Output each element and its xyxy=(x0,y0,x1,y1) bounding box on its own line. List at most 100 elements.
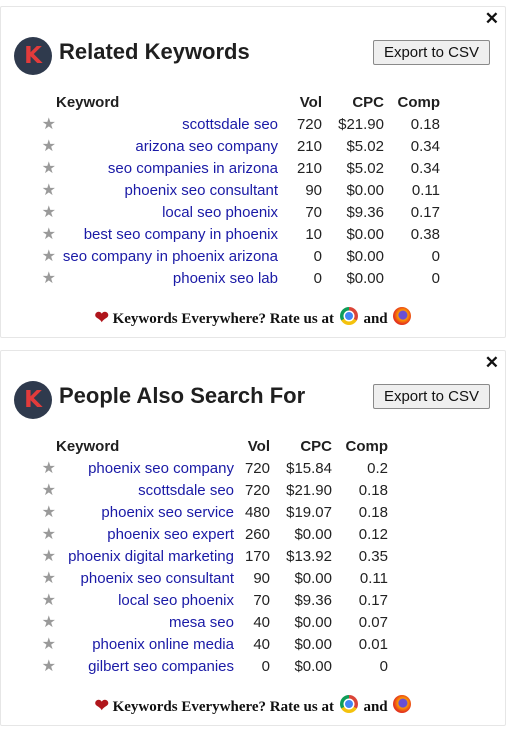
star-icon[interactable]: ★ xyxy=(23,611,56,633)
keyword-link[interactable]: scottsdale seo xyxy=(138,482,234,499)
comp-cell: 0.38 xyxy=(410,225,440,243)
keyword-link[interactable]: best seo company in phoenix xyxy=(84,226,278,243)
keyword-link[interactable]: local seo phoenix xyxy=(118,592,234,609)
rate-text: Keywords Everywhere? Rate us at xyxy=(112,699,334,715)
rate-us-banner: ❤ Keywords Everywhere? Rate us at and xyxy=(1,307,507,328)
star-icon[interactable]: ★ xyxy=(23,479,56,501)
keyword-column-header: Keyword xyxy=(56,437,120,455)
cpc-cell: $19.07 xyxy=(286,503,332,521)
vol-cell: 70 xyxy=(253,591,270,609)
table-row: ★ scottsdale seo 720 $21.90 0.18 xyxy=(23,479,388,501)
rate-text: Keywords Everywhere? Rate us at xyxy=(112,311,334,327)
keyword-column-header: Keyword xyxy=(56,93,120,111)
close-icon[interactable]: ✕ xyxy=(485,10,499,28)
comp-cell: 0 xyxy=(379,657,388,675)
star-icon[interactable]: ★ xyxy=(23,135,56,157)
vol-cell: 720 xyxy=(244,481,270,499)
keyword-link[interactable]: phoenix seo service xyxy=(101,504,234,521)
rate-us-banner: ❤ Keywords Everywhere? Rate us at and xyxy=(1,695,507,716)
keyword-link[interactable]: phoenix seo consultant xyxy=(125,182,278,199)
comp-cell: 0.18 xyxy=(358,503,388,521)
keywords-table: Keyword Vol CPC Comp ★ phoenix seo compan… xyxy=(23,435,388,677)
cpc-cell: $0.00 xyxy=(346,181,384,199)
vol-cell: 0 xyxy=(313,269,322,287)
comp-cell: 0.07 xyxy=(358,613,388,631)
star-icon[interactable]: ★ xyxy=(23,501,56,523)
related-keywords-panel: ✕ K Related Keywords Export to CSV Keywo… xyxy=(0,6,506,338)
keywords-everywhere-logo: K xyxy=(14,381,52,419)
table-row: ★ phoenix seo consultant 90 $0.00 0.11 xyxy=(23,179,440,201)
star-icon[interactable]: ★ xyxy=(23,655,56,677)
close-icon[interactable]: ✕ xyxy=(485,354,499,372)
star-icon[interactable]: ★ xyxy=(23,267,56,289)
cpc-cell: $5.02 xyxy=(346,159,384,177)
keyword-link[interactable]: arizona seo company xyxy=(135,138,278,155)
star-icon[interactable]: ★ xyxy=(23,589,56,611)
keyword-link[interactable]: scottsdale seo xyxy=(182,116,278,133)
star-icon[interactable]: ★ xyxy=(23,223,56,245)
table-row: ★ local seo phoenix 70 $9.36 0.17 xyxy=(23,201,440,223)
chrome-icon[interactable] xyxy=(339,307,358,325)
vol-cell: 170 xyxy=(244,547,270,565)
table-row: ★ seo companies in arizona 210 $5.02 0.34 xyxy=(23,157,440,179)
rate-and-text: and xyxy=(363,699,388,715)
cpc-cell: $0.00 xyxy=(294,569,332,587)
keywords-table: Keyword Vol CPC Comp ★ scottsdale seo 720 $… xyxy=(23,91,440,289)
keywords-table-body: ★ scottsdale seo 720 $21.90 0.18 ★ arizona seo… xyxy=(23,113,440,289)
keyword-link[interactable]: seo companies in arizona xyxy=(108,160,278,177)
star-icon[interactable]: ★ xyxy=(23,523,56,545)
vol-cell: 0 xyxy=(261,657,270,675)
cpc-cell: $9.36 xyxy=(346,203,384,221)
comp-cell: 0.2 xyxy=(367,459,388,477)
comp-cell: 0.12 xyxy=(358,525,388,543)
export-csv-button[interactable]: Export to CSV xyxy=(372,40,490,65)
firefox-icon[interactable] xyxy=(393,307,412,325)
star-icon[interactable]: ★ xyxy=(23,113,56,135)
comp-column-header: Comp xyxy=(345,437,389,455)
table-row: ★ phoenix seo company 720 $15.84 0.2 xyxy=(23,457,388,479)
keyword-link[interactable]: phoenix online media xyxy=(92,636,234,653)
star-icon[interactable]: ★ xyxy=(23,545,56,567)
table-row: ★ mesa seo 40 $0.00 0.07 xyxy=(23,611,388,633)
vol-cell: 40 xyxy=(253,613,270,631)
star-icon[interactable]: ★ xyxy=(23,157,56,179)
star-icon[interactable]: ★ xyxy=(23,457,56,479)
star-icon[interactable]: ★ xyxy=(23,633,56,655)
table-header-row: Keyword Vol CPC Comp xyxy=(23,91,440,113)
comp-cell: 0.35 xyxy=(358,547,388,565)
keyword-link[interactable]: phoenix seo company xyxy=(88,460,234,477)
cpc-column-header: CPC xyxy=(300,437,332,455)
star-icon[interactable]: ★ xyxy=(23,179,56,201)
keyword-link[interactable]: mesa seo xyxy=(169,614,234,631)
keywords-table-body: ★ phoenix seo company 720 $15.84 0.2 ★ scottsd… xyxy=(23,457,388,677)
cpc-cell: $15.84 xyxy=(286,459,332,477)
keyword-link[interactable]: phoenix seo consultant xyxy=(81,570,234,587)
people-also-search-panel: ✕ K People Also Search For Export to CSV… xyxy=(0,350,506,726)
keyword-link[interactable]: phoenix digital marketing xyxy=(68,548,234,565)
keyword-link[interactable]: gilbert seo companies xyxy=(88,658,234,675)
vol-cell: 210 xyxy=(296,159,322,177)
cpc-cell: $21.90 xyxy=(338,115,384,133)
firefox-icon[interactable] xyxy=(393,695,412,713)
vol-cell: 90 xyxy=(253,569,270,587)
vol-cell: 210 xyxy=(296,137,322,155)
vol-column-header: Vol xyxy=(299,93,322,111)
table-row: ★ scottsdale seo 720 $21.90 0.18 xyxy=(23,113,440,135)
cpc-cell: $13.92 xyxy=(286,547,332,565)
keyword-link[interactable]: local seo phoenix xyxy=(162,204,278,221)
table-row: ★ phoenix seo consultant 90 $0.00 0.11 xyxy=(23,567,388,589)
comp-cell: 0.34 xyxy=(410,137,440,155)
star-icon[interactable]: ★ xyxy=(23,567,56,589)
rate-and-text: and xyxy=(363,311,388,327)
vol-cell: 90 xyxy=(305,181,322,199)
table-header-row: Keyword Vol CPC Comp xyxy=(23,435,388,457)
star-icon[interactable]: ★ xyxy=(23,245,56,267)
star-icon[interactable]: ★ xyxy=(23,201,56,223)
heart-icon: ❤ xyxy=(94,308,109,327)
keyword-link[interactable]: seo company in phoenix arizona xyxy=(63,248,278,265)
export-csv-button[interactable]: Export to CSV xyxy=(372,384,490,409)
keyword-link[interactable]: phoenix seo lab xyxy=(173,270,278,287)
chrome-icon[interactable] xyxy=(339,695,358,713)
keyword-link[interactable]: phoenix seo expert xyxy=(107,526,234,543)
cpc-cell: $21.90 xyxy=(286,481,332,499)
